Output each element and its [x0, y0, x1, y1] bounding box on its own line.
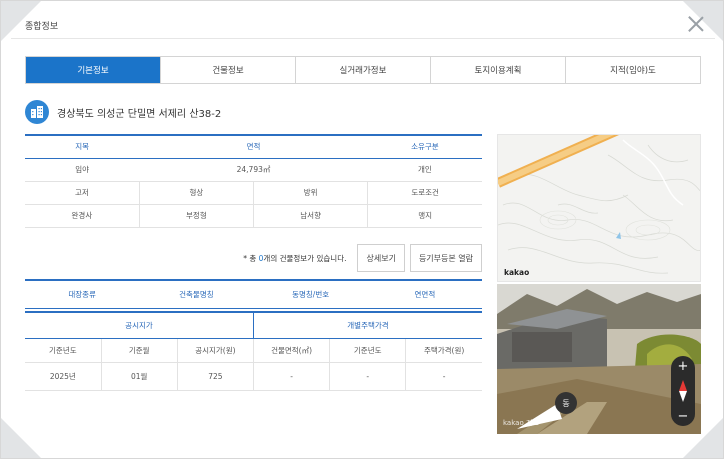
value-orientation: 남서향: [252, 204, 368, 228]
building-info-row: * 총 0개의 건물정보가 있습니다. 상세보기 등기부등본 열람: [25, 244, 482, 272]
detail-view-button[interactable]: 상세보기: [357, 244, 405, 272]
note-suffix: 개의 건물정보가 있습니다.: [263, 253, 347, 263]
value-jimok: 임야: [25, 158, 140, 182]
land-info-table: 지목 면적 소유구분 임야 24,793㎡ 개인 고저 형상 방위 도로조건 완…: [25, 134, 482, 228]
info-panel: 종합정보 기본정보 건물정보 실거래가정보 토지이용계획 지적(임야)도 경상북…: [0, 0, 724, 459]
panel-title: 종합정보: [25, 22, 59, 32]
value-building-area: -: [252, 362, 330, 391]
building-icon: [25, 100, 49, 124]
value-base-month: 01월: [100, 362, 178, 391]
value-elevation: 완경사: [25, 204, 140, 228]
map-terrain: [498, 135, 700, 281]
price-table: 공시지가 개별주택가격 기준년도 기준월 공시지가(원) 건물면적(㎡) 기준년…: [25, 311, 482, 391]
header-base-year: 기준년도: [25, 338, 102, 363]
header-building-area: 건물면적(㎡): [252, 338, 330, 363]
tab-basic-info[interactable]: 기본정보: [26, 57, 160, 83]
table-group-header-row: 공시지가 개별주택가격: [25, 311, 482, 339]
header-total-floor-area: 연면적: [367, 279, 482, 309]
header-jimok: 지목: [25, 134, 140, 159]
header-house-price: 개별주택가격: [252, 311, 482, 339]
table-header-row: 기준년도 기준월 공시지가(원) 건물면적(㎡) 기준년도 주택가격(원): [25, 338, 482, 363]
header-shape: 형상: [138, 180, 254, 205]
zoom-in-button[interactable]: +: [671, 358, 695, 374]
roadview-controls: + −: [671, 356, 695, 426]
roadview-panel[interactable]: kakao 지도 동 + −: [497, 284, 701, 434]
location-map[interactable]: kakao: [497, 134, 701, 282]
header-elevation: 고저: [25, 180, 140, 205]
building-ledger-table: 대장종류 건축물명칭 동명칭/번호 연면적: [25, 279, 482, 309]
building-count-note: * 총 0개의 건물정보가 있습니다.: [243, 253, 346, 264]
header-area: 면적: [139, 134, 368, 159]
tab-cadastral-map[interactable]: 지적(임야)도: [565, 57, 700, 83]
value-area: 24,793㎡: [139, 158, 368, 182]
tab-land-use-plan[interactable]: 토지이용계획: [430, 57, 565, 83]
value-house-price: -: [405, 362, 482, 391]
value-house-base-year: -: [329, 362, 406, 391]
tab-bar: 기본정보 건물정보 실거래가정보 토지이용계획 지적(임야)도: [25, 56, 701, 84]
panel-header: 종합정보: [11, 11, 715, 39]
tab-building-info[interactable]: 건물정보: [160, 57, 295, 83]
value-ownership: 개인: [367, 158, 482, 182]
table-header-row: 지목 면적 소유구분: [25, 134, 482, 159]
compass-icon[interactable]: [678, 380, 688, 402]
direction-badge[interactable]: 동: [555, 392, 577, 414]
roadview-watermark: kakao 지도: [503, 419, 539, 427]
header-building-name: 건축물명칭: [139, 279, 254, 309]
header-ownership: 소유구분: [367, 134, 482, 159]
corner-decoration: [1, 418, 41, 458]
header-house-base-year: 기준년도: [329, 338, 406, 363]
table-row: 완경사 부정형 남서향 맹지: [25, 204, 482, 228]
address-row: 경상북도 의성군 단밀면 서제리 산38-2: [25, 99, 221, 125]
tab-transaction-price[interactable]: 실거래가정보: [295, 57, 430, 83]
header-base-month: 기준월: [100, 338, 178, 363]
value-land-price: 725: [176, 362, 254, 391]
header-orientation: 방위: [252, 180, 368, 205]
map-provider-label: kakao: [504, 268, 530, 277]
zoom-out-button[interactable]: −: [671, 408, 695, 424]
header-official-land-price: 공시지가: [25, 311, 254, 339]
value-shape: 부정형: [138, 204, 254, 228]
registry-view-button[interactable]: 등기부등본 열람: [409, 244, 482, 272]
header-ledger-type: 대장종류: [25, 279, 140, 309]
value-base-year: 2025년: [25, 362, 102, 391]
header-dong-name: 동명칭/번호: [253, 279, 368, 309]
header-land-price: 공시지가(원): [176, 338, 254, 363]
note-prefix: * 총: [243, 253, 259, 263]
header-house-price-value: 주택가격(원): [405, 338, 482, 363]
table-header-row: 대장종류 건축물명칭 동명칭/번호 연면적: [25, 279, 482, 309]
close-icon[interactable]: [685, 13, 707, 35]
value-road-condition: 맹지: [367, 204, 482, 228]
header-road-condition: 도로조건: [367, 180, 482, 205]
table-row: 임야 24,793㎡ 개인: [25, 158, 482, 182]
table-header-row: 고저 형상 방위 도로조건: [25, 180, 482, 205]
table-row: 2025년 01월 725 - - -: [25, 362, 482, 391]
parcel-address: 경상북도 의성군 단밀면 서제리 산38-2: [57, 108, 222, 120]
